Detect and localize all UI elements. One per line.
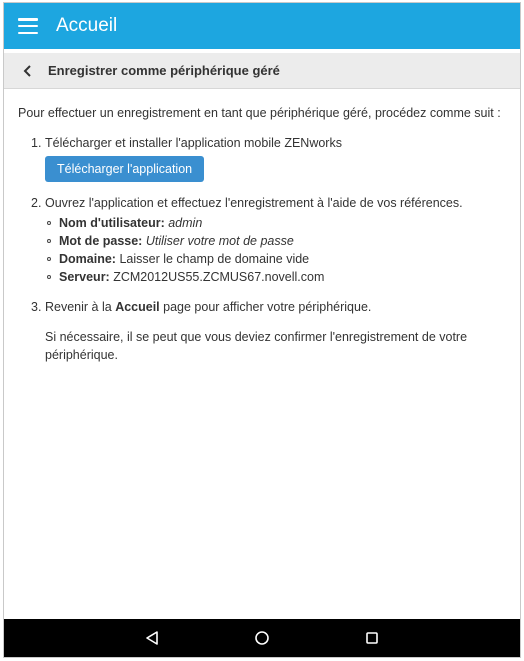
chevron-left-icon[interactable] (20, 63, 36, 79)
home-page-link-text: Accueil (115, 300, 160, 314)
step-1: 1. Télécharger et installer l'applicatio… (18, 134, 504, 182)
nav-back-triangle-icon[interactable] (97, 630, 207, 646)
instructions: Pour effectuer un enregistrement en tant… (4, 89, 520, 364)
credentials-list: Nom d'utilisateur: admin Mot de passe: U… (45, 214, 504, 286)
bullet-icon (47, 257, 51, 261)
credential-server: Serveur: ZCM2012US55.ZCMUS67.novell.com (47, 268, 504, 286)
credential-domain: Domaine: Laisser le champ de domaine vid… (47, 250, 504, 268)
device-screen: Accueil Enregistrer comme périphérique g… (3, 2, 521, 658)
step-number: 1. (31, 136, 42, 150)
step-number: 3. (31, 300, 42, 314)
bullet-icon (47, 221, 51, 225)
bullet-icon (47, 239, 51, 243)
intro-text: Pour effectuer un enregistrement en tant… (18, 106, 501, 120)
app-bar: Accueil (4, 3, 520, 49)
bullet-icon (47, 275, 51, 279)
system-nav-bar (4, 619, 520, 657)
page-header: Enregistrer comme périphérique géré (4, 53, 520, 89)
credential-username: Nom d'utilisateur: admin (47, 214, 504, 232)
step-1-text: Télécharger et installer l'application m… (45, 136, 342, 150)
step-2-text: Ouvrez l'application et effectuez l'enre… (45, 196, 463, 210)
app-title: Accueil (56, 15, 118, 36)
download-app-button[interactable]: Télécharger l'application (45, 156, 205, 182)
hamburger-menu-icon[interactable] (18, 18, 38, 34)
step-number: 2. (31, 196, 42, 210)
step-3-text: Revenir à la Accueil page pour afficher … (45, 300, 372, 314)
step-3: 3. Revenir à la Accueil page pour affich… (18, 298, 504, 364)
nav-recents-square-icon[interactable] (317, 630, 427, 646)
confirmation-note: Si nécessaire, il se peut que vous devie… (45, 330, 468, 362)
credential-password: Mot de passe: Utiliser votre mot de pass… (47, 232, 504, 250)
nav-home-circle-icon[interactable] (207, 630, 317, 646)
page-title: Enregistrer comme périphérique géré (48, 63, 280, 78)
step-2: 2. Ouvrez l'application et effectuez l'e… (18, 194, 504, 286)
